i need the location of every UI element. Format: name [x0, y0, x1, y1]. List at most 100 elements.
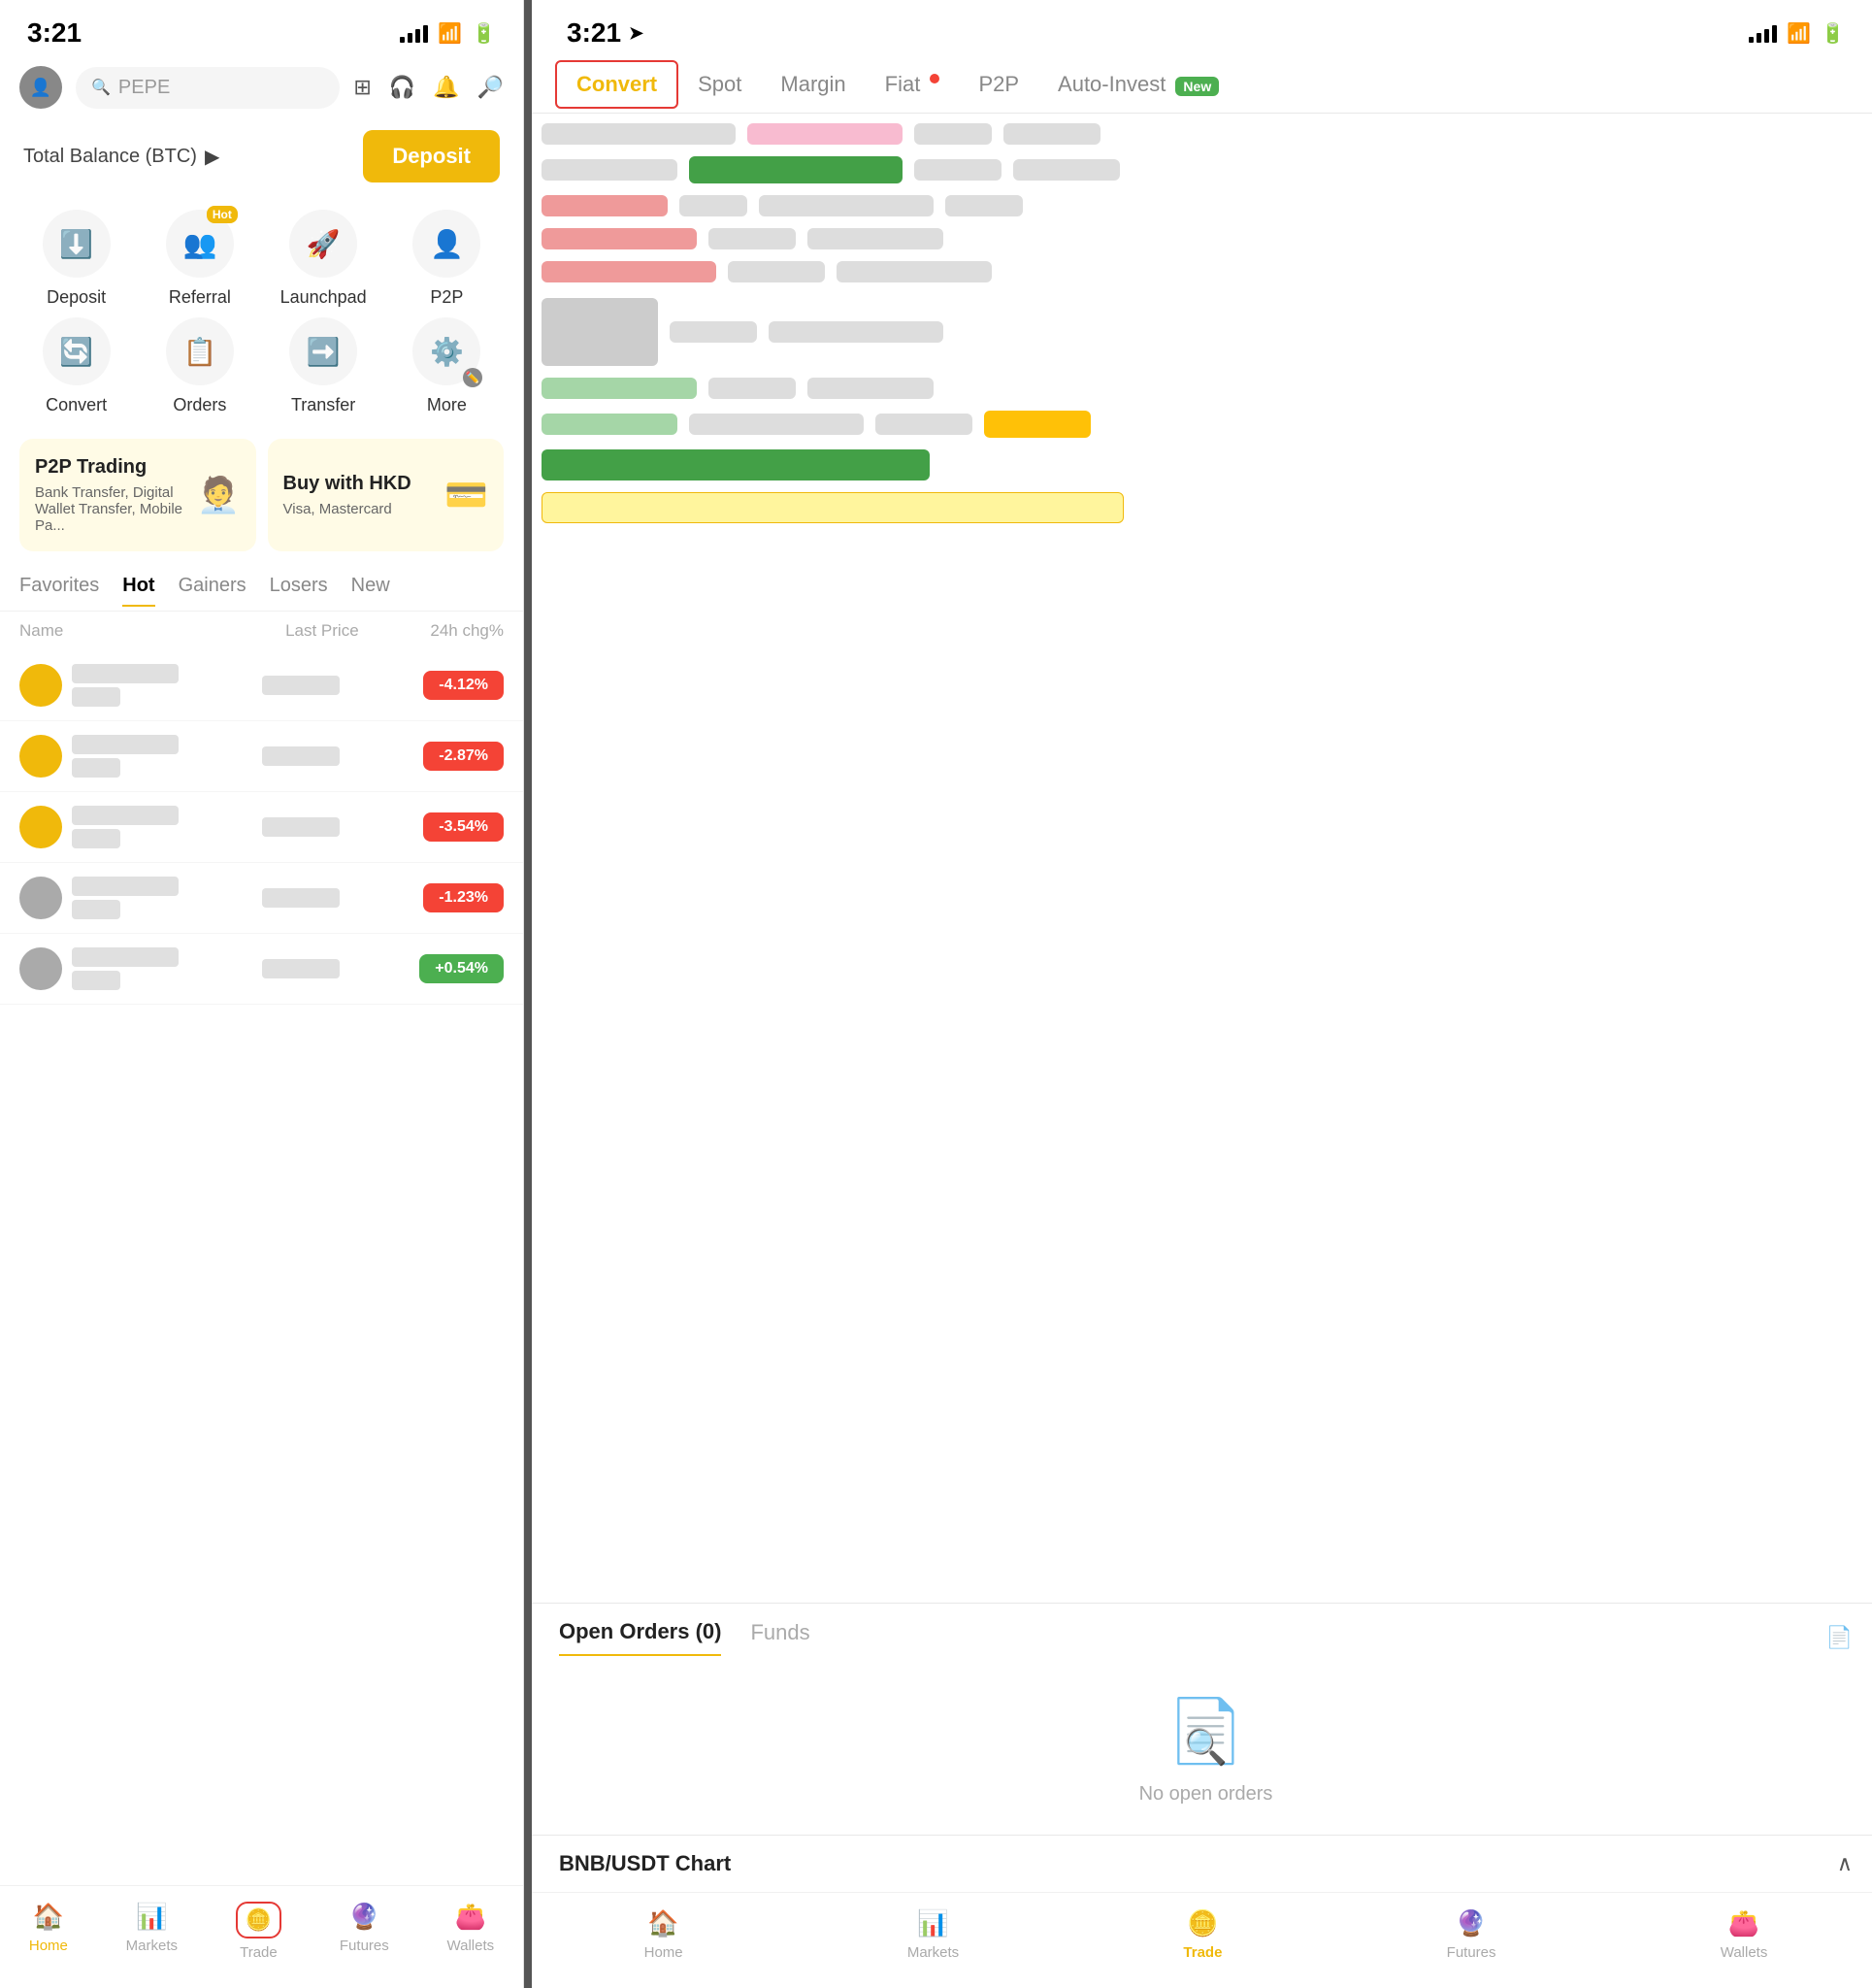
orders-icon: 📋 — [166, 317, 234, 385]
tab-convert[interactable]: Convert — [555, 60, 678, 109]
bell-icon[interactable]: 🔔 — [433, 75, 459, 100]
headphone-icon[interactable]: 🎧 — [389, 75, 415, 100]
market-item[interactable]: -3.54% — [0, 792, 523, 863]
left-status-bar: 3:21 📶 🔋 — [0, 0, 523, 56]
p2p-trading-text: P2P Trading Bank Transfer, Digital Walle… — [35, 456, 197, 534]
right-markets-icon: 📊 — [917, 1908, 948, 1938]
search-box[interactable]: 🔍 PEPE — [76, 67, 340, 109]
left-status-time: 3:21 — [27, 17, 82, 49]
panel-divider — [524, 0, 532, 1988]
card-icon: 💳 — [444, 475, 488, 515]
orders-list-icon[interactable]: 📄 — [1826, 1625, 1853, 1650]
right-status-icons: 📶 🔋 — [1749, 21, 1845, 46]
tab-hot[interactable]: Hot — [122, 575, 154, 607]
battery-icon: 🔋 — [472, 21, 496, 46]
market-item[interactable]: -1.23% — [0, 863, 523, 934]
action-launchpad[interactable]: 🚀 Launchpad — [267, 210, 380, 308]
nav-futures-label: Futures — [340, 1938, 389, 1954]
quick-actions-grid: ⬇️ Deposit 👥 Hot Referral 🚀 Launchpad 👤 … — [0, 194, 523, 431]
market-item[interactable]: +0.54% — [0, 934, 523, 1005]
futures-icon: 🔮 — [348, 1902, 379, 1932]
coin-info — [19, 947, 262, 990]
right-nav-futures-label: Futures — [1447, 1944, 1496, 1961]
scan-icon[interactable]: 🔎 — [477, 75, 504, 100]
action-deposit[interactable]: ⬇️ Deposit — [19, 210, 133, 308]
action-transfer-label: Transfer — [291, 395, 355, 415]
right-nav-markets-label: Markets — [907, 1944, 959, 1961]
chevron-up-icon[interactable]: ∧ — [1837, 1851, 1853, 1876]
right-wallets-icon: 👛 — [1728, 1908, 1759, 1938]
p2p-trading-banner[interactable]: P2P Trading Bank Transfer, Digital Walle… — [19, 439, 256, 551]
right-futures-icon: 🔮 — [1456, 1908, 1487, 1938]
search-input[interactable]: PEPE — [118, 77, 170, 99]
tab-spot[interactable]: Spot — [678, 62, 761, 107]
tab-auto-invest[interactable]: Auto-Invest New — [1038, 62, 1238, 107]
action-p2p[interactable]: 👤 P2P — [390, 210, 504, 308]
right-nav-wallets[interactable]: 👛 Wallets — [1721, 1908, 1768, 1961]
p2p-promo-icon: 🧑‍💼 — [197, 475, 241, 515]
chevron-right-icon[interactable]: ▶ — [205, 145, 219, 169]
right-time-text: 3:21 — [567, 17, 621, 49]
buy-hkd-title: Buy with HKD — [283, 473, 411, 495]
price-blurred — [262, 888, 340, 908]
tab-fiat[interactable]: Fiat — [866, 62, 960, 107]
grid-icon[interactable]: ⊞ — [353, 75, 371, 100]
tab-gainers[interactable]: Gainers — [179, 575, 246, 607]
change-value: -1.23% — [423, 883, 504, 912]
referral-icon: 👥 Hot — [166, 210, 234, 278]
right-nav-futures[interactable]: 🔮 Futures — [1447, 1908, 1496, 1961]
action-more[interactable]: ⚙️ ✏️ More — [390, 317, 504, 415]
coin-info — [19, 877, 262, 919]
tab-losers[interactable]: Losers — [270, 575, 328, 607]
right-status-bar: 3:21 ➤ 📶 🔋 — [532, 0, 1872, 56]
nav-trade[interactable]: 🪙 Trade — [236, 1902, 281, 1961]
avatar[interactable]: 👤 — [19, 66, 62, 109]
price-blurred — [262, 746, 340, 766]
action-convert[interactable]: 🔄 Convert — [19, 317, 133, 415]
tab-margin[interactable]: Margin — [761, 62, 865, 107]
empty-orders: 📄 🔍 No open orders — [559, 1656, 1853, 1835]
right-nav-home[interactable]: 🏠 Home — [644, 1908, 683, 1961]
coin-name-blurred — [72, 806, 179, 825]
nav-home-label: Home — [29, 1938, 68, 1954]
nav-markets[interactable]: 📊 Markets — [126, 1902, 178, 1961]
coin-icon-2 — [19, 735, 62, 778]
market-item[interactable]: -4.12% — [0, 650, 523, 721]
open-orders-section: Open Orders (0) Funds 📄 📄 🔍 No open orde… — [532, 1603, 1872, 1835]
right-wifi-icon: 📶 — [1787, 21, 1811, 46]
nav-home[interactable]: 🏠 Home — [29, 1902, 68, 1961]
coin-name-blurred — [72, 664, 179, 683]
action-orders[interactable]: 📋 Orders — [143, 317, 256, 415]
nav-wallets[interactable]: 👛 Wallets — [447, 1902, 495, 1961]
market-item[interactable]: -2.87% — [0, 721, 523, 792]
action-transfer[interactable]: ➡️ Transfer — [267, 317, 380, 415]
deposit-button[interactable]: Deposit — [363, 130, 500, 182]
change-value: -2.87% — [423, 742, 504, 771]
coin-pair-blurred — [72, 829, 120, 848]
change-value: -4.12% — [423, 671, 504, 700]
action-referral[interactable]: 👥 Hot Referral — [143, 210, 256, 308]
p2p-trading-sub: Bank Transfer, Digital Wallet Transfer, … — [35, 484, 197, 534]
right-nav-markets[interactable]: 📊 Markets — [907, 1908, 959, 1961]
market-list-header: Name Last Price 24h chg% — [0, 612, 523, 650]
empty-search-icon: 🔍 — [1184, 1727, 1228, 1768]
edit-icon: ✏️ — [463, 368, 482, 387]
right-nav-trade[interactable]: 🪙 Trade — [1183, 1908, 1222, 1961]
funds-tab[interactable]: Funds — [750, 1620, 809, 1655]
bnb-chart-section[interactable]: BNB/USDT Chart ∧ — [532, 1835, 1872, 1892]
tab-favorites[interactable]: Favorites — [19, 575, 99, 607]
buy-hkd-sub: Visa, Mastercard — [283, 501, 411, 517]
p2p-trading-title: P2P Trading — [35, 456, 197, 479]
search-icon: 🔍 — [91, 78, 111, 97]
open-orders-tab[interactable]: Open Orders (0) — [559, 1619, 721, 1656]
tab-p2p[interactable]: P2P — [959, 62, 1038, 107]
buy-hkd-text: Buy with HKD Visa, Mastercard — [283, 473, 411, 517]
launchpad-icon: 🚀 — [289, 210, 357, 278]
tab-new[interactable]: New — [351, 575, 390, 607]
change-value: -3.54% — [423, 812, 504, 842]
nav-futures[interactable]: 🔮 Futures — [340, 1902, 389, 1961]
coin-info — [19, 806, 262, 848]
trade-icon: 🪙 — [246, 1907, 272, 1932]
change-badge: +0.54% — [382, 954, 504, 983]
buy-hkd-banner[interactable]: Buy with HKD Visa, Mastercard 💳 — [268, 439, 505, 551]
